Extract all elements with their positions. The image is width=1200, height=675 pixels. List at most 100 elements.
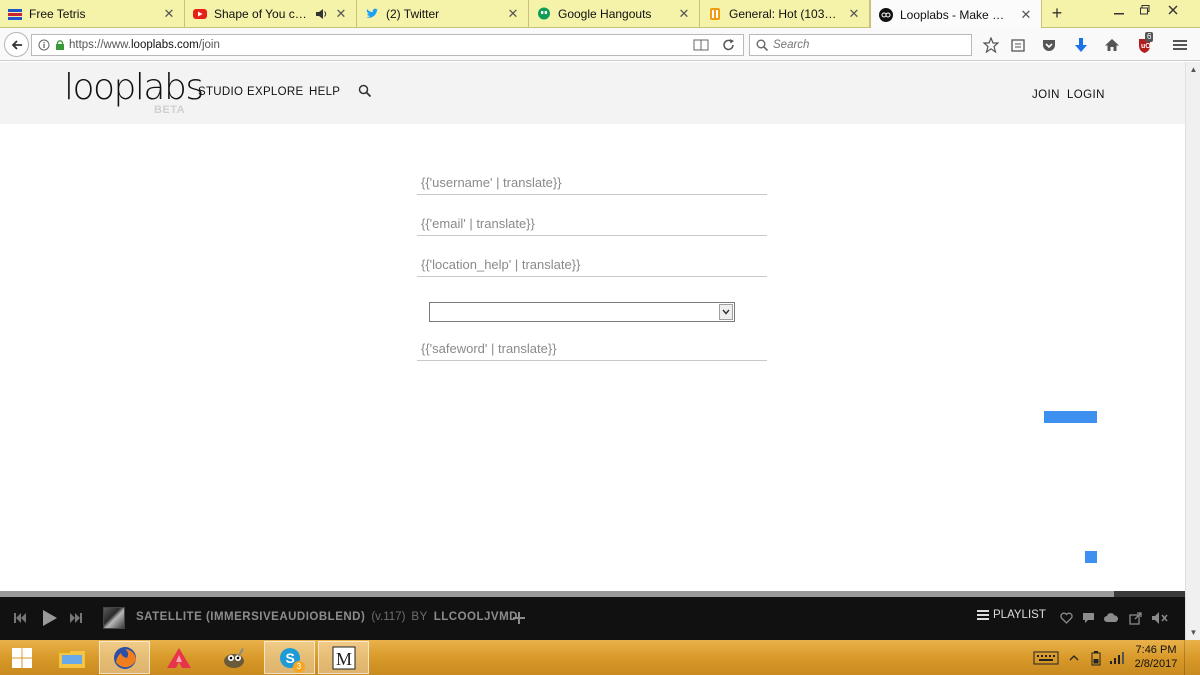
email-field[interactable] [417,212,767,236]
home-icon[interactable] [1102,35,1122,55]
tab-general-hot[interactable]: General: Hot (1032 idea... ✕ [700,0,870,28]
windows-icon [12,647,32,668]
feedback-button[interactable] [1085,551,1097,563]
comment-icon[interactable] [1082,609,1095,627]
addon-badge: 6 [1145,32,1154,42]
playlist-label: PLAYLIST [993,609,1046,621]
chevron-down-icon[interactable] [719,304,733,320]
ublock-icon[interactable]: uO 6 [1135,32,1155,55]
restore-icon[interactable] [1132,0,1158,20]
close-window-icon[interactable] [1160,0,1186,20]
submit-button[interactable] [1044,411,1097,423]
tab-google-hangouts[interactable]: Google Hangouts ✕ [529,0,700,28]
bookmark-star-icon[interactable] [981,35,1001,55]
tab-title: Looplabs - Make Music... [900,7,1013,22]
close-tab-icon[interactable]: ✕ [162,6,176,21]
playlist-icon [977,610,989,620]
downloads-icon[interactable] [1071,35,1091,55]
tab-free-tetris[interactable]: Free Tetris ✕ [0,0,185,28]
search-bar[interactable] [749,34,972,56]
playlist-button[interactable]: PLAYLIST [977,609,1046,621]
nav-explore[interactable]: EXPLORE [247,86,303,98]
start-button[interactable] [0,641,44,674]
username-field[interactable] [417,171,767,195]
reader-view-icon[interactable] [693,38,709,55]
search-icon[interactable] [358,84,372,101]
info-icon[interactable] [38,39,50,51]
keyboard-icon[interactable] [1033,649,1059,667]
heart-icon[interactable] [1060,609,1073,627]
gimp-icon [223,647,244,668]
tab-looplabs[interactable]: Looplabs - Make Music... ✕ [870,0,1042,29]
pocket-icon[interactable] [1039,35,1059,55]
tab-shape-of-you[interactable]: Shape of You cover... ✕ [185,0,357,28]
back-button[interactable] [4,32,29,57]
play-icon[interactable] [42,609,58,627]
adobe-app-button[interactable] [153,641,204,674]
location-field[interactable] [417,253,767,277]
system-clock[interactable]: 7:46 PM 2/8/2017 [1128,643,1184,671]
track-thumbnail[interactable] [103,607,125,629]
url-bar[interactable]: https://www.looplabs.com/join [31,34,744,56]
vertical-scrollbar[interactable]: ▲ ▼ [1185,62,1200,640]
share-icon[interactable] [1129,609,1142,627]
track-artist[interactable]: LLCOOLJVMD [434,611,518,623]
tab-twitter[interactable]: (2) Twitter ✕ [357,0,529,28]
tetris-icon [8,7,22,21]
close-tab-icon[interactable]: ✕ [334,6,348,21]
skype-button[interactable]: S 3 [264,641,315,674]
chevron-up-icon[interactable] [1069,649,1079,667]
file-explorer-button[interactable] [46,641,97,674]
search-icon [756,39,768,51]
close-tab-icon[interactable]: ✕ [1019,7,1033,22]
login-link[interactable]: LOGIN [1067,89,1105,101]
bookmarks-menu-icon[interactable] [1008,35,1028,55]
svg-text:uO: uO [1141,43,1151,50]
cloud-icon[interactable] [1103,609,1119,627]
clock-date: 2/8/2017 [1134,658,1178,670]
navigation-toolbar: https://www.looplabs.com/join uO 6 [0,28,1200,61]
previous-track-icon[interactable] [13,609,27,627]
join-link[interactable]: JOIN [1032,89,1060,101]
looplabs-icon [879,7,893,22]
battery-icon[interactable] [1088,649,1104,667]
new-tab-button[interactable]: + [1046,4,1068,24]
add-to-playlist-icon[interactable] [512,609,526,627]
url-text[interactable]: https://www.looplabs.com/join [69,39,220,51]
windows-taskbar: S 3 M 7:46 PM 2/8/2017 [0,640,1200,675]
safeword-field[interactable] [417,337,767,361]
track-title[interactable]: SATELLITE (IMMERSIVEAUDIOBLEND) [136,611,365,623]
tab-title: General: Hot (1032 idea... [729,7,841,21]
show-desktop-button[interactable] [1184,640,1200,675]
nav-help[interactable]: HELP [309,86,340,98]
close-tab-icon[interactable]: ✕ [847,6,861,21]
by-label: BY [411,611,428,623]
m-app-icon: M [332,646,355,669]
wifi-signal-icon[interactable] [1109,649,1125,667]
firefox-icon [113,646,136,669]
minimize-icon[interactable] [1106,0,1132,20]
close-tab-icon[interactable]: ✕ [677,6,691,21]
uservoice-icon [708,7,722,21]
scroll-down-icon[interactable]: ▼ [1186,625,1200,640]
mute-icon[interactable] [1151,609,1169,627]
close-tab-icon[interactable]: ✕ [506,6,520,21]
firefox-button[interactable] [99,641,150,674]
scroll-up-icon[interactable]: ▲ [1186,62,1200,77]
hangouts-icon [537,7,551,21]
nav-studio[interactable]: STUDIO [198,86,243,98]
folder-icon [58,648,85,668]
speaker-icon[interactable] [314,7,328,21]
m-app-button[interactable]: M [318,641,369,674]
location-select[interactable] [429,302,735,322]
lock-icon [56,40,64,50]
twitter-icon [365,7,379,21]
menu-icon[interactable] [1170,35,1190,55]
back-arrow-icon [11,39,22,50]
reload-icon[interactable] [722,38,736,55]
next-track-icon[interactable] [69,609,83,627]
gimp-button[interactable] [208,641,259,674]
looplabs-logo[interactable]: looplabs [64,68,204,108]
tab-title: Shape of You cover... [214,7,312,21]
search-input[interactable] [773,39,963,51]
